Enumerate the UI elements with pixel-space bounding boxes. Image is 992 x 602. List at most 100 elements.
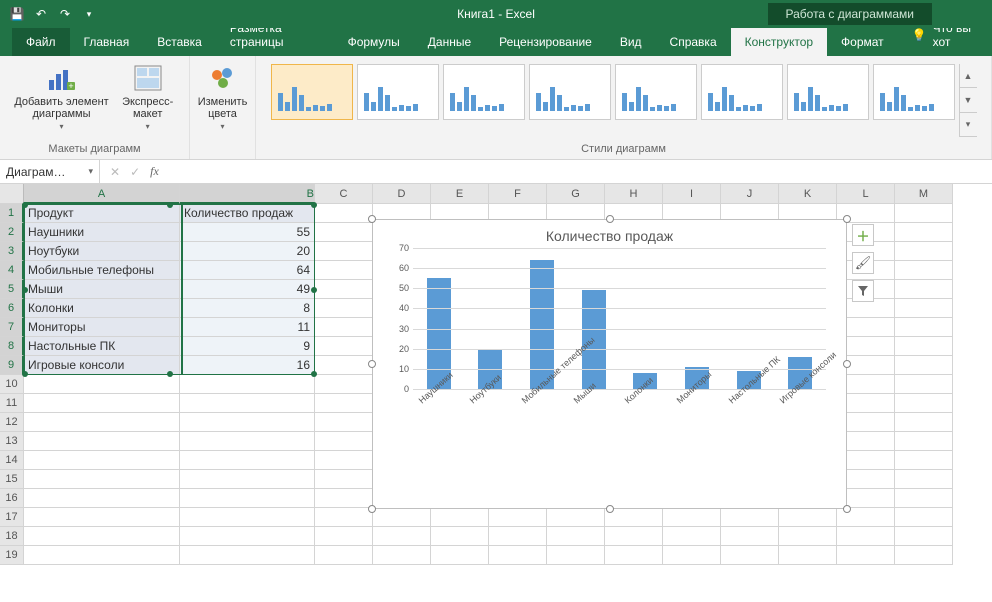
cell[interactable] bbox=[895, 299, 953, 318]
cell[interactable] bbox=[24, 470, 180, 489]
cell[interactable] bbox=[24, 527, 180, 546]
add-chart-element-button[interactable]: + Добавить элемент диаграммы ▾ bbox=[12, 60, 110, 133]
row-header[interactable]: 17 bbox=[0, 508, 24, 527]
cell[interactable] bbox=[24, 413, 180, 432]
chart-style-2[interactable] bbox=[357, 64, 439, 120]
cell[interactable]: Мобильные телефоны bbox=[24, 261, 180, 280]
resize-handle[interactable] bbox=[843, 215, 851, 223]
row-header[interactable]: 11 bbox=[0, 394, 24, 413]
cell[interactable] bbox=[315, 299, 373, 318]
cell[interactable] bbox=[895, 508, 953, 527]
cell[interactable] bbox=[431, 527, 489, 546]
cell[interactable] bbox=[315, 394, 373, 413]
cancel-icon[interactable]: ✕ bbox=[110, 165, 120, 179]
cell[interactable] bbox=[180, 375, 315, 394]
cell[interactable] bbox=[315, 432, 373, 451]
cell[interactable] bbox=[663, 508, 721, 527]
resize-handle[interactable] bbox=[843, 505, 851, 513]
cell[interactable] bbox=[315, 356, 373, 375]
cell[interactable] bbox=[895, 546, 953, 565]
cell[interactable] bbox=[431, 546, 489, 565]
tab-design[interactable]: Конструктор bbox=[731, 28, 827, 56]
cell[interactable] bbox=[895, 451, 953, 470]
quick-layout-button[interactable]: Экспресс- макет ▾ bbox=[119, 60, 177, 133]
row-header[interactable]: 7 bbox=[0, 318, 24, 337]
cell[interactable] bbox=[895, 318, 953, 337]
cell[interactable] bbox=[779, 546, 837, 565]
col-header-m[interactable]: M bbox=[895, 184, 953, 204]
cell[interactable] bbox=[24, 546, 180, 565]
cell[interactable]: Мониторы bbox=[24, 318, 180, 337]
cell[interactable]: 11 bbox=[180, 318, 315, 337]
resize-handle[interactable] bbox=[368, 215, 376, 223]
cell[interactable] bbox=[489, 527, 547, 546]
cell[interactable]: 64 bbox=[180, 261, 315, 280]
fx-icon[interactable]: fx bbox=[150, 164, 159, 179]
cell[interactable] bbox=[315, 413, 373, 432]
col-header-k[interactable]: K bbox=[779, 184, 837, 204]
cell[interactable] bbox=[605, 546, 663, 565]
cell[interactable] bbox=[895, 432, 953, 451]
cell[interactable] bbox=[180, 451, 315, 470]
row-header[interactable]: 1 bbox=[0, 204, 24, 223]
cell[interactable] bbox=[605, 508, 663, 527]
cell[interactable]: 20 bbox=[180, 242, 315, 261]
cell[interactable] bbox=[431, 508, 489, 527]
col-header-h[interactable]: H bbox=[605, 184, 663, 204]
cell[interactable]: Количество продаж bbox=[180, 204, 315, 223]
tab-data[interactable]: Данные bbox=[414, 28, 485, 56]
cell[interactable] bbox=[895, 223, 953, 242]
chart-style-3[interactable] bbox=[443, 64, 525, 120]
cell[interactable] bbox=[315, 470, 373, 489]
cell[interactable] bbox=[315, 223, 373, 242]
cell[interactable]: 9 bbox=[180, 337, 315, 356]
cell[interactable] bbox=[180, 489, 315, 508]
cell[interactable] bbox=[663, 546, 721, 565]
cell[interactable]: 49 bbox=[180, 280, 315, 299]
row-header[interactable]: 6 bbox=[0, 299, 24, 318]
cell[interactable] bbox=[24, 432, 180, 451]
cell[interactable] bbox=[721, 527, 779, 546]
cell[interactable] bbox=[315, 375, 373, 394]
chart-object[interactable]: Количество продаж 010203040506070 Наушни… bbox=[372, 219, 847, 509]
cell[interactable] bbox=[895, 394, 953, 413]
row-header[interactable]: 3 bbox=[0, 242, 24, 261]
tab-formulas[interactable]: Формулы bbox=[334, 28, 414, 56]
cell[interactable] bbox=[721, 508, 779, 527]
chart-style-6[interactable] bbox=[701, 64, 783, 120]
cell[interactable] bbox=[315, 508, 373, 527]
cell[interactable] bbox=[180, 394, 315, 413]
chart-style-7[interactable] bbox=[787, 64, 869, 120]
cell[interactable] bbox=[605, 527, 663, 546]
cell[interactable] bbox=[180, 470, 315, 489]
tab-review[interactable]: Рецензирование bbox=[485, 28, 606, 56]
gallery-up-button[interactable]: ▲ bbox=[960, 64, 977, 88]
cell[interactable]: Продукт bbox=[24, 204, 180, 223]
cell[interactable] bbox=[24, 489, 180, 508]
cell[interactable] bbox=[315, 242, 373, 261]
tab-help[interactable]: Справка bbox=[656, 28, 731, 56]
cell[interactable] bbox=[315, 261, 373, 280]
row-header[interactable]: 16 bbox=[0, 489, 24, 508]
row-header[interactable]: 14 bbox=[0, 451, 24, 470]
cell[interactable] bbox=[721, 546, 779, 565]
chart-style-4[interactable] bbox=[529, 64, 611, 120]
cell[interactable] bbox=[373, 527, 431, 546]
col-header-b[interactable]: B bbox=[180, 184, 315, 204]
tab-format[interactable]: Формат bbox=[827, 28, 898, 56]
row-header[interactable]: 15 bbox=[0, 470, 24, 489]
tab-home[interactable]: Главная bbox=[70, 28, 144, 56]
cell[interactable] bbox=[895, 375, 953, 394]
tab-file[interactable]: Файл bbox=[12, 28, 70, 56]
cell[interactable] bbox=[373, 508, 431, 527]
col-header-e[interactable]: E bbox=[431, 184, 489, 204]
cell[interactable] bbox=[895, 527, 953, 546]
cell[interactable]: 8 bbox=[180, 299, 315, 318]
cell[interactable] bbox=[315, 337, 373, 356]
cell[interactable]: 55 bbox=[180, 223, 315, 242]
cell[interactable] bbox=[24, 451, 180, 470]
gallery-more-button[interactable]: ▾ bbox=[960, 113, 977, 137]
cell[interactable] bbox=[315, 280, 373, 299]
cell[interactable] bbox=[547, 546, 605, 565]
cell[interactable]: Наушники bbox=[24, 223, 180, 242]
